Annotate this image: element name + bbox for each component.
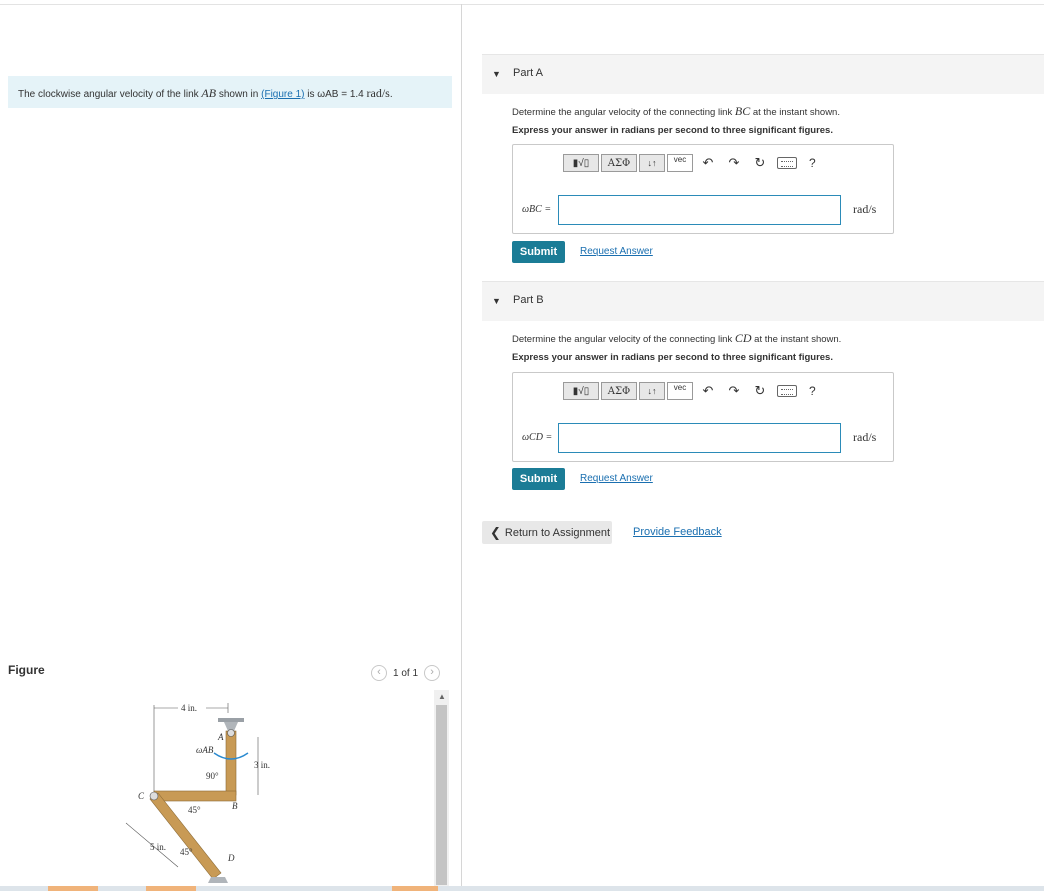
templates-button[interactable]: ▮√▯ [563, 154, 599, 172]
return-label: Return to Assignment [504, 526, 611, 539]
point-d-label: D [227, 853, 235, 863]
mechanism-figure: 4 in. 3 in. 5 in. ωAB 90° 45° 45° A B C … [125, 703, 270, 883]
pager-text: 1 of 1 [393, 667, 419, 679]
chevron-left-icon: ❮ [490, 524, 501, 540]
part-a-q-link: BC [734, 104, 751, 118]
arrows-button[interactable]: ↓↑ [639, 382, 665, 400]
problem-equals: = 1.4 [338, 89, 367, 100]
vec-button[interactable]: vec [667, 154, 693, 172]
bottom-strip-segment [48, 886, 98, 891]
angle-90-label: 90° [206, 771, 219, 781]
undo-icon[interactable]: ↶ [697, 155, 719, 171]
provide-feedback-link[interactable]: Provide Feedback [633, 526, 722, 538]
point-a-label: A [217, 732, 224, 742]
dim-4in-text: 4 in. [181, 703, 197, 713]
link-bc [153, 790, 237, 802]
figure-pager: ‹ 1 of 1 › [371, 665, 441, 681]
help-button[interactable]: ? [809, 156, 816, 170]
return-to-assignment-button[interactable]: ❮ Return to Assignment [482, 521, 612, 544]
keyboard-icon[interactable] [777, 157, 797, 169]
templates-button[interactable]: ▮√▯ [563, 382, 599, 400]
part-a-answer-box: ▮√▯ ΑΣΦ ↓↑ vec ↶ ↷ ↻ ? ωBC = rad/s [512, 144, 894, 234]
bottom-strip-segment [146, 886, 196, 891]
part-b-unit: rad/s [853, 430, 877, 444]
scroll-up-arrow-icon[interactable]: ▲ [438, 692, 446, 701]
top-rule [0, 4, 1044, 5]
dim-3in-text: 3 in. [254, 760, 270, 770]
part-a-question: Determine the angular velocity of the co… [512, 104, 840, 119]
chevron-right-icon[interactable]: › [424, 665, 441, 681]
dim-5in-text: 5 in. [150, 842, 166, 852]
point-c-label: C [138, 791, 145, 801]
part-a-q-before: Determine the angular velocity of the co… [512, 107, 735, 118]
part-b-answer-label: ωCD = [522, 432, 553, 443]
arrows-button[interactable]: ↓↑ [639, 154, 665, 172]
part-b-answer-input[interactable] [558, 423, 841, 453]
part-b-math-toolbar: ▮√▯ ΑΣΦ ↓↑ vec ↶ ↷ ↻ ? [563, 382, 816, 400]
part-a-instruction: Express your answer in radians per secon… [512, 125, 833, 136]
part-a-title: Part A [513, 67, 543, 79]
redo-icon[interactable]: ↷ [723, 155, 745, 171]
part-a-math-toolbar: ▮√▯ ΑΣΦ ↓↑ vec ↶ ↷ ↻ ? [563, 154, 816, 172]
vec-button[interactable]: vec [667, 382, 693, 400]
part-b-instruction: Express your answer in radians per secon… [512, 352, 833, 363]
problem-statement: The clockwise angular velocity of the li… [8, 76, 452, 108]
angle-45b-label: 45° [180, 847, 193, 857]
caret-down-icon: ▼ [492, 296, 501, 306]
help-button[interactable]: ? [809, 384, 816, 398]
part-a-q-after: at the instant shown. [750, 107, 840, 118]
figure-link[interactable]: (Figure 1) [261, 89, 304, 100]
caret-down-icon: ▼ [492, 69, 501, 79]
pin-a [227, 729, 235, 737]
part-b-title: Part B [513, 294, 544, 306]
reset-icon[interactable]: ↻ [749, 383, 771, 399]
part-b-header[interactable]: ▼ Part B [482, 281, 1044, 321]
part-a-request-answer-link[interactable]: Request Answer [580, 246, 653, 257]
column-divider [461, 4, 462, 891]
keyboard-icon[interactable] [777, 385, 797, 397]
point-b-label: B [232, 801, 238, 811]
part-b-q-before: Determine the angular velocity of the co… [512, 334, 735, 345]
figure-heading: Figure [8, 663, 45, 677]
link-cd [149, 792, 222, 880]
problem-period: . [389, 89, 393, 100]
omega-ab-label: ωAB [196, 745, 214, 755]
part-a-unit: rad/s [853, 202, 877, 216]
pin-c [149, 791, 159, 801]
problem-link-ab: AB [201, 86, 217, 100]
part-b-question: Determine the angular velocity of the co… [512, 331, 841, 346]
problem-text-mid: shown in [216, 89, 262, 100]
part-a-answer-input[interactable] [558, 195, 841, 225]
part-a-submit-button[interactable]: Submit [512, 241, 565, 263]
greek-button[interactable]: ΑΣΦ [601, 154, 637, 172]
bottom-strip-segment [392, 886, 438, 891]
part-a-answer-label: ωBC = [522, 204, 552, 215]
problem-text-is: is [304, 89, 318, 100]
ground-a [218, 718, 244, 722]
part-b-submit-button[interactable]: Submit [512, 468, 565, 490]
redo-icon[interactable]: ↷ [723, 383, 745, 399]
undo-icon[interactable]: ↶ [697, 383, 719, 399]
part-b-q-link: CD [734, 331, 752, 345]
reset-icon[interactable]: ↻ [749, 155, 771, 171]
problem-unit: rad/s [366, 86, 390, 100]
part-b-q-after: at the instant shown. [751, 334, 842, 345]
problem-omega: ωAB [317, 89, 339, 100]
pin-support-d [208, 877, 228, 883]
angle-45a-label: 45° [188, 805, 201, 815]
chevron-left-icon[interactable]: ‹ [371, 665, 387, 681]
part-b-request-answer-link[interactable]: Request Answer [580, 473, 653, 484]
part-b-answer-box: ▮√▯ ΑΣΦ ↓↑ vec ↶ ↷ ↻ ? ωCD = rad/s [512, 372, 894, 462]
greek-button[interactable]: ΑΣΦ [601, 382, 637, 400]
figure-scrollbar-thumb[interactable] [436, 705, 447, 885]
part-a-header[interactable]: ▼ Part A [482, 54, 1044, 94]
link-ab [225, 730, 237, 796]
problem-text-before: The clockwise angular velocity of the li… [18, 89, 202, 100]
